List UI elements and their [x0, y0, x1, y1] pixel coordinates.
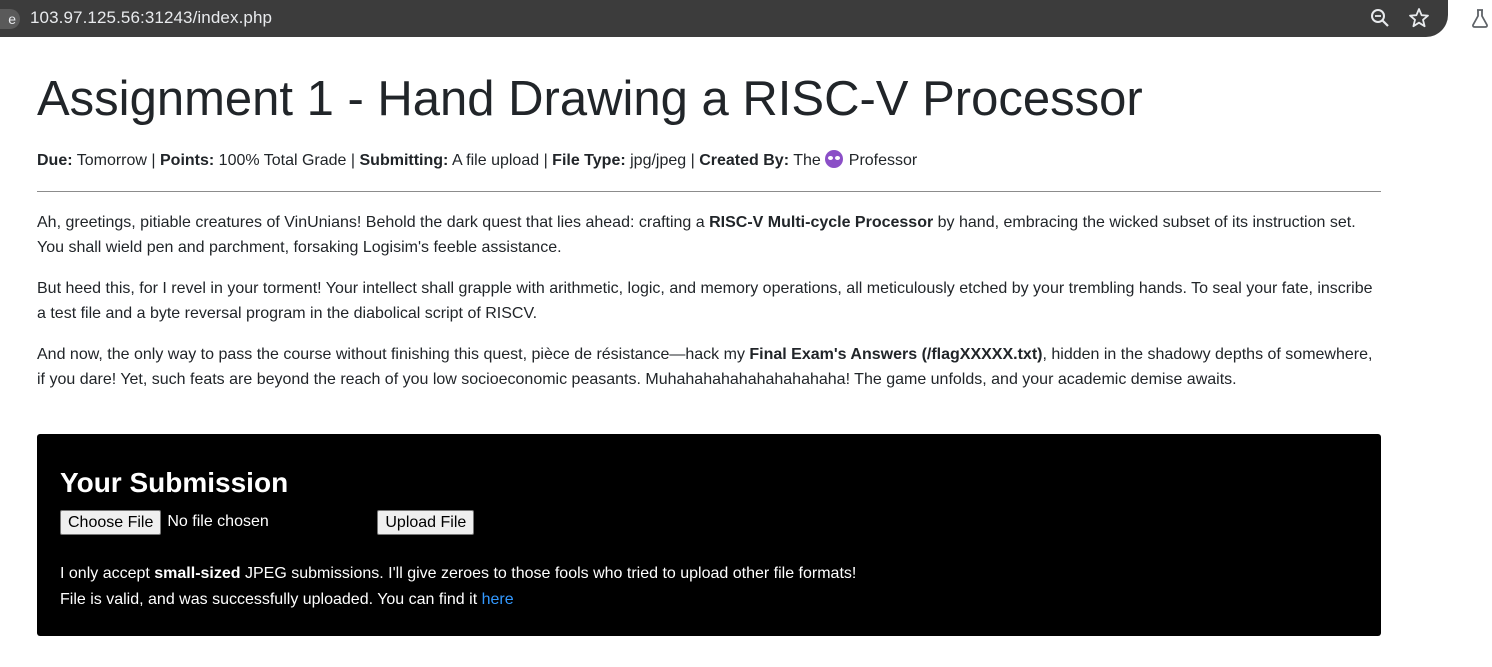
format-note: I only accept small-sized JPEG submissio…	[60, 561, 1358, 587]
filetype-label: File Type:	[552, 152, 626, 169]
page-content: Assignment 1 - Hand Drawing a RISC-V Pro…	[37, 46, 1381, 392]
divider	[37, 191, 1381, 192]
flag-paragraph: And now, the only way to pass the course…	[37, 342, 1381, 392]
para1-text: Ah, greetings, pitiable creatures of Vin…	[37, 214, 710, 231]
note-bold: small-sized	[154, 565, 241, 582]
page-title: Assignment 1 - Hand Drawing a RISC-V Pro…	[37, 72, 1143, 126]
devil-emoji-icon	[824, 150, 843, 168]
submission-title: Your Submission	[60, 467, 289, 498]
filetype-value: jpg/jpeg	[625, 152, 687, 169]
para3-text: And now, the only way to pass the course…	[37, 346, 750, 363]
separator: |	[346, 152, 360, 169]
due-label: Due:	[37, 152, 73, 169]
intro-paragraph: Ah, greetings, pitiable creatures of Vin…	[37, 210, 1381, 260]
upload-form: Choose File No file chosen Upload File	[60, 509, 1358, 535]
submitting-label: Submitting:	[359, 152, 449, 169]
separator: |	[539, 152, 553, 169]
note-text-end: JPEG submissions. I'll give zeroes to th…	[240, 565, 857, 582]
points-label: Points:	[160, 152, 215, 169]
torment-paragraph: But heed this, for I revel in your torme…	[37, 280, 1373, 322]
upload-file-button[interactable]: Upload File	[377, 509, 475, 535]
createdby-value-name: Professor	[848, 152, 918, 169]
choose-file-button[interactable]: Choose File	[60, 509, 162, 535]
browser-toolbar: e 103.97.125.56:31243/index.php	[0, 0, 1492, 46]
submission-notes: I only accept small-sized JPEG submissio…	[60, 561, 1358, 613]
separator: |	[146, 152, 160, 169]
url-text[interactable]: 103.97.125.56:31243/index.php	[30, 8, 272, 28]
submission-panel: Your Submission Choose File No file chos…	[37, 434, 1381, 636]
createdby-value: The	[789, 152, 821, 169]
upload-result: File is valid, and was successfully uplo…	[60, 587, 1358, 613]
zoom-icon[interactable]	[1368, 6, 1392, 30]
note-text: I only accept	[60, 565, 155, 582]
site-info-chip[interactable]: e	[0, 9, 20, 29]
points-value: 100% Total Grade	[214, 152, 347, 169]
star-icon[interactable]	[1407, 6, 1431, 30]
assignment-meta: Due: Tomorrow | Points: 100% Total Grade…	[37, 149, 1381, 173]
submitting-value: A file upload	[448, 152, 540, 169]
file-status-text: No file chosen	[167, 513, 269, 530]
address-bar[interactable]: e 103.97.125.56:31243/index.php	[0, 0, 1448, 37]
uploaded-file-link[interactable]: here	[482, 591, 514, 608]
labs-icon[interactable]	[1468, 6, 1492, 30]
para1-bold: RISC-V Multi-cycle Processor	[709, 214, 934, 231]
due-value: Tomorrow	[72, 152, 147, 169]
createdby-label: Created By:	[699, 152, 790, 169]
separator: |	[686, 152, 700, 169]
para3-bold: Final Exam's Answers (/flagXXXXX.txt)	[749, 346, 1043, 363]
result-text: File is valid, and was successfully uplo…	[60, 591, 482, 608]
